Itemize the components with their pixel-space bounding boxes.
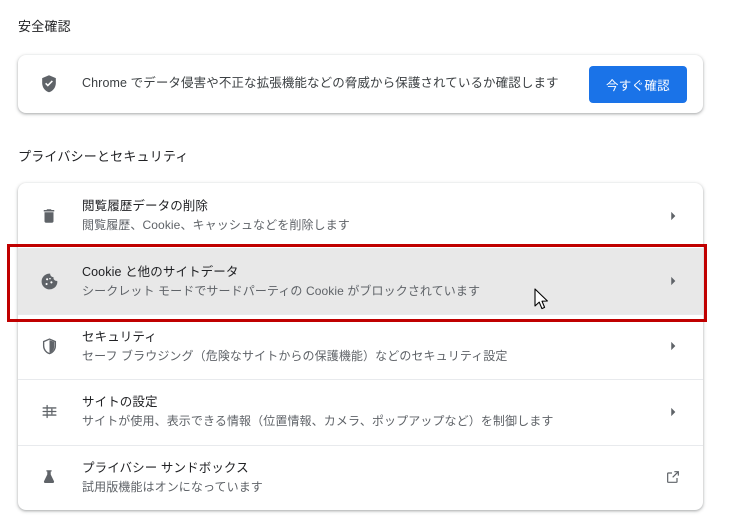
settings-row-title: 閲覧履歴データの削除 <box>82 199 209 214</box>
cookie-icon <box>38 270 60 292</box>
settings-row-cookies-and-site-data[interactable]: Cookie と他のサイトデータ シークレット モードでサードパーティの Coo… <box>18 248 703 314</box>
settings-row-title: プライバシー サンドボックス <box>82 460 249 475</box>
privacy-security-card: 閲覧履歴データの削除 閲覧履歴、Cookie、キャッシュなどを削除します Coo… <box>18 183 703 510</box>
settings-row-texts: 閲覧履歴データの削除 閲覧履歴、Cookie、キャッシュなどを削除します <box>82 197 653 234</box>
settings-row-subtitle: サイトが使用、表示できる情報（位置情報、カメラ、ポップアップなど）を制御します <box>82 414 554 429</box>
safety-check-row: Chrome でデータ侵害や不正な拡張機能などの脅威から保護されているか確認しま… <box>18 55 703 113</box>
settings-row-security[interactable]: セキュリティ セーフ ブラウジング（危険なサイトからの保護機能）などのセキュリテ… <box>18 313 703 379</box>
open-in-new-icon[interactable] <box>661 465 685 489</box>
settings-row-title: セキュリティ <box>82 329 157 344</box>
settings-row-texts: サイトの設定 サイトが使用、表示できる情報（位置情報、カメラ、ポップアップなど）… <box>82 393 653 430</box>
settings-row-subtitle: 閲覧履歴、Cookie、キャッシュなどを削除します <box>82 218 350 233</box>
settings-row-texts: プライバシー サンドボックス 試用版機能はオンになっています <box>82 459 653 496</box>
settings-row-clear-browsing-data[interactable]: 閲覧履歴データの削除 閲覧履歴、Cookie、キャッシュなどを削除します <box>18 183 703 248</box>
shield-icon <box>38 335 60 357</box>
check-now-button[interactable]: 今すぐ確認 <box>588 65 687 103</box>
chevron-right-icon[interactable] <box>661 269 685 293</box>
privacy-security-heading: プライバシーとセキュリティ <box>18 149 189 164</box>
settings-row-subtitle: 試用版機能はオンになっています <box>82 479 263 494</box>
settings-row-texts: Cookie と他のサイトデータ シークレット モードでサードパーティの Coo… <box>82 263 653 300</box>
flask-icon <box>38 466 60 488</box>
settings-row-subtitle: セーフ ブラウジング（危険なサイトからの保護機能）などのセキュリティ設定 <box>82 349 508 364</box>
safety-check-card: Chrome でデータ侵害や不正な拡張機能などの脅威から保護されているか確認しま… <box>18 55 703 113</box>
settings-row-subtitle: シークレット モードでサードパーティの Cookie がブロックされています <box>82 283 481 298</box>
settings-row-title: Cookie と他のサイトデータ <box>82 264 239 279</box>
settings-row-privacy-sandbox[interactable]: プライバシー サンドボックス 試用版機能はオンになっています <box>18 444 703 510</box>
settings-row-title: サイトの設定 <box>82 395 158 410</box>
safety-check-heading: 安全確認 <box>18 19 71 34</box>
shield-check-icon <box>38 73 60 95</box>
safety-check-description: Chrome でデータ侵害や不正な拡張機能などの脅威から保護されているか確認しま… <box>82 76 559 91</box>
chevron-right-icon[interactable] <box>661 204 685 228</box>
chevron-right-icon[interactable] <box>661 400 685 424</box>
settings-row-texts: セキュリティ セーフ ブラウジング（危険なサイトからの保護機能）などのセキュリテ… <box>82 328 653 365</box>
tune-sliders-icon <box>38 401 60 423</box>
trash-icon <box>38 205 60 227</box>
chevron-right-icon[interactable] <box>661 334 685 358</box>
settings-row-site-settings[interactable]: サイトの設定 サイトが使用、表示できる情報（位置情報、カメラ、ポップアップなど）… <box>18 379 703 444</box>
